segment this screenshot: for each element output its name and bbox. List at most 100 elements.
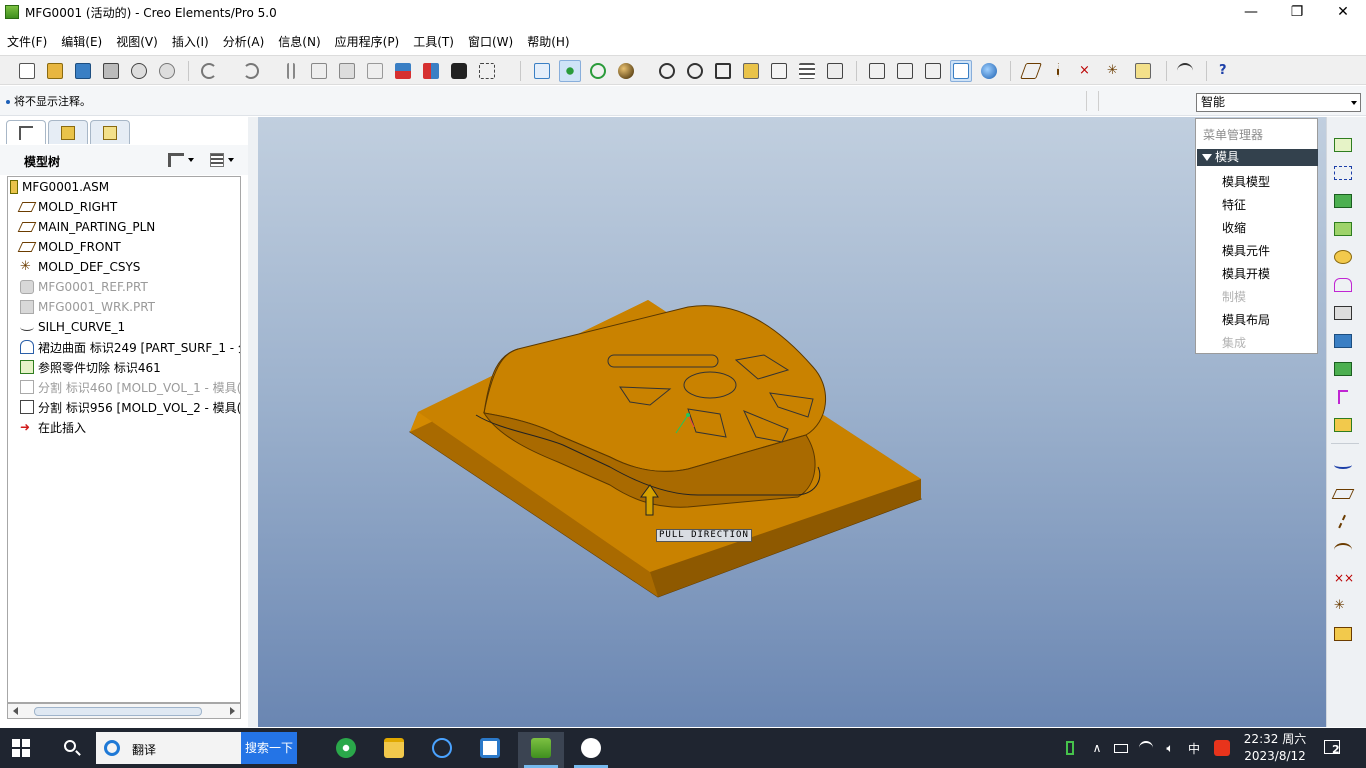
- scrollbar-thumb[interactable]: [34, 707, 202, 716]
- hidden-line-icon[interactable]: [894, 60, 916, 82]
- panel-splitter[interactable]: [248, 117, 258, 727]
- context-help-icon[interactable]: ?: [1216, 60, 1238, 82]
- zoom-in-icon[interactable]: [656, 60, 678, 82]
- enhanced-realism-icon[interactable]: [978, 60, 1000, 82]
- menu-insert[interactable]: 插入(I): [165, 33, 216, 50]
- taskbar-app-explorer[interactable]: [371, 732, 417, 768]
- tree-item[interactable]: MAIN_PARTING_PLN: [17, 217, 155, 237]
- zoom-out-icon[interactable]: [684, 60, 706, 82]
- menu-help[interactable]: 帮助(H): [520, 33, 576, 50]
- analysis-feature-icon[interactable]: [1331, 623, 1355, 645]
- menu-option[interactable]: 特征: [1222, 196, 1246, 213]
- runner-icon[interactable]: [1331, 414, 1355, 436]
- tree-item[interactable]: ➜ 在此插入: [20, 417, 86, 437]
- wifi-icon[interactable]: [1136, 728, 1156, 768]
- annotation-display-icon[interactable]: [1132, 60, 1154, 82]
- skirt-surface-icon[interactable]: [1331, 274, 1355, 296]
- parting-surface-icon[interactable]: [1331, 246, 1355, 268]
- taskbar-clock[interactable]: 22:32 周六 2023/8/12: [1240, 731, 1310, 765]
- split-volume-icon[interactable]: [1331, 302, 1355, 324]
- tree-item[interactable]: 参照零件切除 标识461: [20, 357, 161, 377]
- close-button[interactable]: ✕: [1320, 0, 1366, 24]
- battery-tray-icon[interactable]: [1062, 728, 1078, 768]
- taskbar-app-creo[interactable]: [518, 732, 564, 768]
- workpiece-icon[interactable]: [1331, 190, 1355, 212]
- device-tray-icon[interactable]: [1112, 728, 1130, 768]
- tree-item[interactable]: 分割 标识460 [MOLD_VOL_1 - 模具(: [20, 377, 240, 397]
- menu-file[interactable]: 文件(F): [0, 33, 54, 50]
- repaint-icon[interactable]: [531, 60, 553, 82]
- redo-icon[interactable]: [240, 60, 262, 82]
- start-button[interactable]: [12, 739, 30, 757]
- scroll-right-icon[interactable]: [230, 707, 235, 715]
- graphics-viewport[interactable]: PULL DIRECTION: [258, 117, 1326, 727]
- datum-point-tool-icon[interactable]: ××: [1331, 567, 1355, 589]
- tree-item[interactable]: MFG0001.ASM: [10, 177, 109, 197]
- selection-filter-dropdown[interactable]: 智能: [1196, 93, 1361, 112]
- menu-option[interactable]: 模具布局: [1222, 311, 1270, 328]
- tab-model-tree[interactable]: [6, 120, 46, 144]
- open-file-icon[interactable]: [44, 60, 66, 82]
- datum-plane-tool-icon[interactable]: [1331, 483, 1355, 505]
- menu-section-mold[interactable]: 模具: [1197, 149, 1318, 166]
- tree-settings-button[interactable]: [168, 151, 198, 169]
- tree-item[interactable]: MOLD_RIGHT: [17, 197, 117, 217]
- tab-favorites[interactable]: [90, 120, 130, 144]
- show-hidden-icons[interactable]: ∧: [1088, 728, 1106, 768]
- sketch-curve-icon[interactable]: [1331, 454, 1355, 476]
- taskbar-search-box[interactable]: 翻译: [96, 732, 241, 764]
- shading-icon[interactable]: [950, 60, 972, 82]
- menu-option[interactable]: 模具开模: [1222, 265, 1270, 282]
- menu-view[interactable]: 视图(V): [109, 33, 165, 50]
- menu-analysis[interactable]: 分析(A): [216, 33, 272, 50]
- select-box-icon[interactable]: [476, 60, 498, 82]
- refit-icon[interactable]: [712, 60, 734, 82]
- datum-plane-display-icon[interactable]: [1020, 60, 1042, 82]
- datum-axis-tool-icon[interactable]: [1331, 511, 1355, 533]
- mold-opening-icon[interactable]: [1331, 386, 1355, 408]
- tab-folder-browser[interactable]: [48, 120, 88, 144]
- sogou-ime-icon[interactable]: [1212, 728, 1232, 768]
- regenerate-icon[interactable]: [392, 60, 414, 82]
- copy-icon[interactable]: [308, 60, 330, 82]
- datum-axis-display-icon[interactable]: [1048, 60, 1070, 82]
- taskbar-app-tool[interactable]: [419, 732, 465, 768]
- hide-icon[interactable]: [1174, 60, 1196, 82]
- csys-tool-icon[interactable]: ✳: [1331, 595, 1355, 617]
- menu-window[interactable]: 窗口(W): [461, 33, 520, 50]
- cut-icon[interactable]: [280, 60, 302, 82]
- print-icon[interactable]: [100, 60, 122, 82]
- no-hidden-icon[interactable]: [922, 60, 944, 82]
- layers-icon[interactable]: [796, 60, 818, 82]
- menu-edit[interactable]: 编辑(E): [54, 33, 109, 50]
- undo-icon[interactable]: [198, 60, 220, 82]
- tree-show-button[interactable]: [210, 151, 240, 169]
- maximize-button[interactable]: ❐: [1274, 0, 1320, 24]
- mold-model-icon[interactable]: [1331, 134, 1355, 156]
- notification-center-icon[interactable]: 2: [1322, 738, 1344, 758]
- menu-option[interactable]: 模具模型: [1222, 173, 1270, 190]
- search-icon[interactable]: [62, 738, 82, 758]
- tree-item[interactable]: SILH_CURVE_1: [20, 317, 125, 337]
- orient-mode-icon[interactable]: [587, 60, 609, 82]
- search-button[interactable]: 搜索一下: [241, 732, 297, 764]
- mail-attach-icon[interactable]: [156, 60, 178, 82]
- new-file-icon[interactable]: [16, 60, 38, 82]
- tree-item[interactable]: MOLD_FRONT: [17, 237, 121, 257]
- tree-item[interactable]: 裙边曲面 标识249 [PART_SURF_1 - 分: [20, 337, 240, 357]
- taskbar-app-wechat[interactable]: [568, 732, 614, 768]
- spin-center-icon[interactable]: [559, 60, 581, 82]
- wireframe-icon[interactable]: [866, 60, 888, 82]
- csys-display-icon[interactable]: ✳: [1104, 60, 1126, 82]
- saved-views-icon[interactable]: [768, 60, 790, 82]
- menu-option[interactable]: 模具元件: [1222, 242, 1270, 259]
- reorient-icon[interactable]: [740, 60, 762, 82]
- volume-icon[interactable]: 🔈︎: [1160, 728, 1180, 768]
- extract-icon[interactable]: [1331, 330, 1355, 352]
- menu-info[interactable]: 信息(N): [271, 33, 327, 50]
- menu-tools[interactable]: 工具(T): [406, 33, 461, 50]
- paste-icon[interactable]: [336, 60, 358, 82]
- paste-special-icon[interactable]: [364, 60, 386, 82]
- menu-applications[interactable]: 应用程序(P): [328, 33, 407, 50]
- menu-option[interactable]: 收缩: [1222, 219, 1246, 236]
